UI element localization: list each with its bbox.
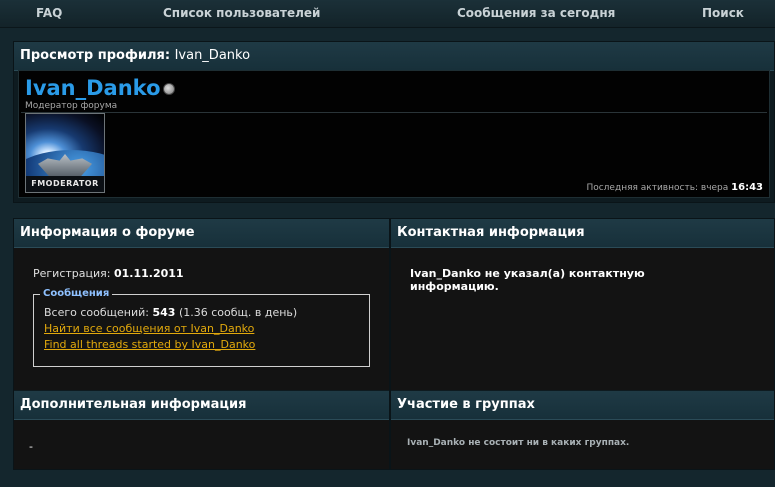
divider <box>21 112 767 113</box>
profile-panel-header: Просмотр профиля: Ivan_Danko <box>14 42 774 71</box>
registration-date: 01.11.2011 <box>113 267 184 280</box>
info-panel: Информация о форуме Контактная информаци… <box>13 218 775 470</box>
total-posts-value: 543 <box>152 306 176 319</box>
forum-info-body: Регистрация: 01.11.2011 Сообщения Всего … <box>14 248 389 390</box>
additional-info-title: Дополнительная информация <box>20 397 247 412</box>
nav-todays-posts[interactable]: Сообщения за сегодня <box>457 6 615 20</box>
column-divider <box>389 219 391 469</box>
avatar-caption: FMODERATOR <box>26 176 104 192</box>
navbar: FAQ Список пользователей Сообщения за се… <box>0 0 775 28</box>
profile-card: Ivan_Danko Модератор форума FMODERATOR П… <box>18 70 770 198</box>
forum-info-title: Информация о форуме <box>20 225 195 240</box>
forum-info-header: Информация о форуме <box>14 219 389 248</box>
additional-info-header: Дополнительная информация <box>14 391 389 420</box>
offline-status-icon <box>163 83 175 95</box>
messages-fieldset: Сообщения Всего сообщений: 543 (1.36 соо… <box>33 288 370 367</box>
user-title: Модератор форума <box>25 101 118 111</box>
total-posts: Всего сообщений: 543 (1.36 сообщ. в день… <box>44 306 298 319</box>
nav-members-list[interactable]: Список пользователей <box>163 6 320 20</box>
contact-info-body: Ivan_Danko не указал(а) контактную инфор… <box>391 248 774 390</box>
page-title: Просмотр профиля: Ivan_Danko <box>20 48 251 63</box>
additional-info-body: - <box>14 420 389 469</box>
nav-faq[interactable]: FAQ <box>36 6 62 20</box>
contact-info-header: Контактная информация <box>391 219 774 248</box>
groups-title: Участие в группах <box>397 397 535 412</box>
additional-info-value: - <box>29 440 33 453</box>
groups-header: Участие в группах <box>391 391 774 420</box>
avatar: FMODERATOR <box>25 113 105 193</box>
find-all-threads-link[interactable]: Find all threads started by Ivan_Danko <box>44 338 255 351</box>
username: Ivan_Danko <box>25 76 161 100</box>
registration: Регистрация: 01.11.2011 <box>33 267 184 280</box>
last-activity: Последняя активность: вчера 16:43 <box>586 182 763 193</box>
contact-info-title: Контактная информация <box>397 225 585 240</box>
profile-panel: Просмотр профиля: Ivan_Danko Ivan_Danko … <box>13 41 775 203</box>
groups-text: Ivan_Danko не состоит ни в каких группах… <box>407 438 630 448</box>
last-activity-time: 16:43 <box>731 182 763 193</box>
nav-search[interactable]: Поиск <box>702 6 744 20</box>
messages-legend: Сообщения <box>40 288 113 299</box>
find-all-posts-link[interactable]: Найти все сообщения от Ivan_Danko <box>44 322 254 335</box>
contact-info-text: Ivan_Danko не указал(а) контактную инфор… <box>410 267 645 293</box>
groups-body: Ivan_Danko не состоит ни в каких группах… <box>391 420 774 469</box>
